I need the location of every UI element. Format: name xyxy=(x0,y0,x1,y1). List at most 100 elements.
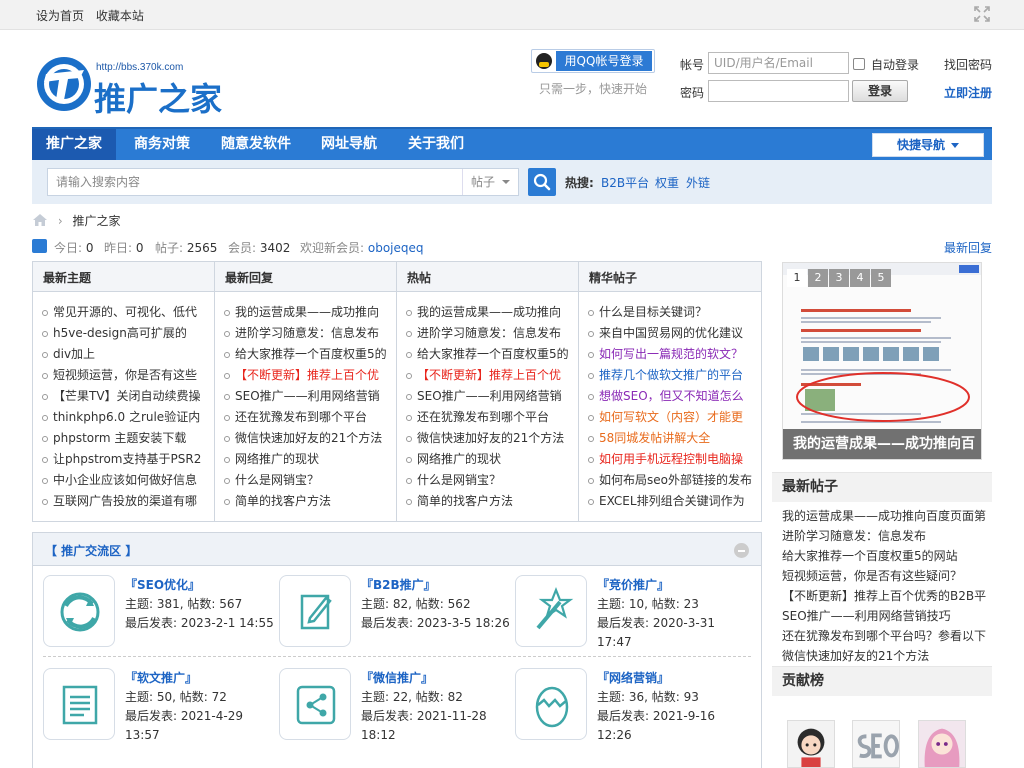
nav-item-business[interactable]: 商务对策 xyxy=(120,129,204,160)
thread-list-item[interactable]: 来自中国贸易网的优化建议 xyxy=(588,323,758,344)
thread-list-item[interactable]: 还在犹豫发布到哪个平台 xyxy=(224,407,394,428)
latest-post-item[interactable]: 还在犹豫发布到哪个平台吗？参看以下 xyxy=(782,626,992,646)
latest-post-item[interactable]: SEO推广——利用网络营销技巧 xyxy=(782,606,992,626)
thread-list-item[interactable]: 进阶学习随意发：信息发布 xyxy=(224,323,394,344)
board-icon-box[interactable] xyxy=(43,668,115,740)
account-input[interactable]: UID/用户名/Email xyxy=(708,52,849,74)
thread-list-item[interactable]: 【不断更新】推荐上百个优 xyxy=(224,365,394,386)
thread-list-item[interactable]: 如何写软文（内容）才能更 xyxy=(588,407,758,428)
find-password-link[interactable]: 找回密码 xyxy=(944,56,992,73)
board-icon-box[interactable] xyxy=(279,575,351,647)
thread-list-item[interactable]: 我的运营成果——成功推向 xyxy=(406,302,576,323)
board-name[interactable]: 『软文推广』 xyxy=(125,669,197,686)
latest-post-item[interactable]: 短视频运营，你是否有这些疑问？ xyxy=(782,566,992,586)
hot-search-link[interactable]: 外链 xyxy=(686,174,710,191)
search-scope-select[interactable]: 帖子 xyxy=(462,169,518,195)
thread-list-item[interactable]: 什么是网销宝？ xyxy=(224,470,394,491)
thread-list-item[interactable]: 进阶学习随意发：信息发布 xyxy=(406,323,576,344)
thread-list-item[interactable]: 58同城发帖讲解大全 xyxy=(588,428,758,449)
auto-login-checkbox[interactable] xyxy=(853,58,865,70)
thread-list-item[interactable]: 互联网广告投放的渠道有哪 xyxy=(42,491,212,512)
hot-search-link[interactable]: B2B平台 xyxy=(601,174,649,191)
site-logo[interactable]: http://bbs.370k.com 推广之家 xyxy=(34,52,230,117)
board-name[interactable]: 『竞价推广』 xyxy=(597,576,669,593)
slider-caption[interactable]: 我的运营成果——成功推向百 xyxy=(783,429,981,459)
slider-page-button[interactable]: 3 xyxy=(829,269,849,287)
thread-column-title[interactable]: 精华帖子 xyxy=(589,269,637,286)
search-input[interactable]: 请输入搜索内容 帖子 xyxy=(47,168,519,196)
thread-list-item[interactable]: 如何写出一篇规范的软文？ xyxy=(588,344,758,365)
thread-list-item[interactable]: 如何布局seo外部链接的发布 xyxy=(588,470,758,491)
qq-login-button[interactable]: 用QQ帐号登录 xyxy=(531,49,655,73)
board-icon-box[interactable] xyxy=(279,668,351,740)
slider-page-button[interactable]: 4 xyxy=(850,269,870,287)
thread-list-item[interactable]: 简单的找客户方法 xyxy=(224,491,394,512)
slider-page-button[interactable]: 5 xyxy=(871,269,891,287)
thread-list-item[interactable]: 给大家推荐一个百度权重5的 xyxy=(406,344,576,365)
thread-list-item[interactable]: 微信快速加好友的21个方法 xyxy=(224,428,394,449)
breadcrumb-current[interactable]: 推广之家 xyxy=(72,214,120,228)
thread-column-title[interactable]: 最新回复 xyxy=(225,269,273,286)
fullscreen-icon[interactable] xyxy=(974,6,990,22)
password-input[interactable] xyxy=(708,80,849,102)
contributor-avatar[interactable] xyxy=(852,720,900,768)
thread-list-item[interactable]: 如何用手机远程控制电脑操 xyxy=(588,449,758,470)
thread-list-item[interactable]: 还在犹豫发布到哪个平台 xyxy=(406,407,576,428)
board-icon-box[interactable] xyxy=(43,575,115,647)
bookmark-link[interactable]: 收藏本站 xyxy=(96,9,144,23)
register-link[interactable]: 立即注册 xyxy=(944,84,992,101)
thread-list-item[interactable]: 【芒果TV】关闭自动续费操 xyxy=(42,386,212,407)
thread-list-item[interactable]: 中小企业应该如何做好信息 xyxy=(42,470,212,491)
latest-post-item[interactable]: 给大家推荐一个百度权重5的网站 xyxy=(782,546,992,566)
slider-page-button[interactable]: 2 xyxy=(808,269,828,287)
thread-column-title[interactable]: 热帖 xyxy=(407,269,431,286)
new-member-link[interactable]: obojeqeq xyxy=(368,241,424,255)
slider-page-button[interactable]: 1 xyxy=(787,269,807,287)
login-button[interactable]: 登录 xyxy=(852,80,908,102)
collapse-icon[interactable] xyxy=(734,543,749,558)
thread-list-item[interactable]: 什么是目标关键词？ xyxy=(588,302,758,323)
thread-list-item[interactable]: 推荐几个做软文推广的平台 xyxy=(588,365,758,386)
thread-list-item[interactable]: 网络推广的现状 xyxy=(406,449,576,470)
thread-list-item[interactable]: 什么是网销宝？ xyxy=(406,470,576,491)
thread-list-item[interactable]: 让phpstrom支持基于PSR2 xyxy=(42,449,212,470)
featured-slider[interactable]: 12345 我的运营成果——成功推向百 xyxy=(782,262,982,460)
thread-list-item[interactable]: 短视频运营，你是否有这些 xyxy=(42,365,212,386)
latest-post-item[interactable]: 进阶学习随意发：信息发布 xyxy=(782,526,992,546)
thread-list-item[interactable]: 我的运营成果——成功推向 xyxy=(224,302,394,323)
quick-nav-button[interactable]: 快捷导航 xyxy=(872,133,984,157)
set-home-link[interactable]: 设为首页 xyxy=(36,9,84,23)
thread-list-item[interactable]: EXCEL排列组合关键词作为 xyxy=(588,491,758,512)
nav-item-software[interactable]: 随意发软件 xyxy=(208,129,304,160)
thread-list-item[interactable]: 想做SEO，但又不知道怎么 xyxy=(588,386,758,407)
thread-list-item[interactable]: 简单的找客户方法 xyxy=(406,491,576,512)
board-icon-box[interactable] xyxy=(515,668,587,740)
latest-post-item[interactable]: 我的运营成果——成功推向百度页面第 xyxy=(782,506,992,526)
contributor-avatar[interactable] xyxy=(787,720,835,768)
thread-list-item[interactable]: 给大家推荐一个百度权重5的 xyxy=(224,344,394,365)
board-name[interactable]: 『SEO优化』 xyxy=(125,576,200,593)
thread-column-title[interactable]: 最新主题 xyxy=(43,269,91,286)
home-icon[interactable] xyxy=(32,213,48,227)
thread-list-item[interactable]: 常见开源的、可视化、低代 xyxy=(42,302,212,323)
nav-item-directory[interactable]: 网址导航 xyxy=(308,129,390,160)
nav-item-about[interactable]: 关于我们 xyxy=(394,129,478,160)
search-button[interactable] xyxy=(528,168,556,196)
board-name[interactable]: 『微信推广』 xyxy=(361,669,433,686)
thread-list-item[interactable]: SEO推广——利用网络营销 xyxy=(224,386,394,407)
thread-list-item[interactable]: SEO推广——利用网络营销 xyxy=(406,386,576,407)
thread-list-item[interactable]: 微信快速加好友的21个方法 xyxy=(406,428,576,449)
thread-list-item[interactable]: 【不断更新】推荐上百个优 xyxy=(406,365,576,386)
thread-list-item[interactable]: h5ve-design高可扩展的 xyxy=(42,323,212,344)
board-name[interactable]: 『B2B推广』 xyxy=(361,576,436,593)
thread-list-item[interactable]: 网络推广的现状 xyxy=(224,449,394,470)
hot-search-link[interactable]: 权重 xyxy=(655,174,679,191)
nav-item-home[interactable]: 推广之家 xyxy=(32,129,116,160)
board-icon-box[interactable] xyxy=(515,575,587,647)
thread-list-item[interactable]: phpstorm 主题安装下载 xyxy=(42,428,212,449)
latest-reply-link[interactable]: 最新回复 xyxy=(944,239,992,256)
contributor-avatar[interactable] xyxy=(918,720,966,768)
auto-login-label[interactable]: 自动登录 xyxy=(871,56,919,73)
board-name[interactable]: 『网络营销』 xyxy=(597,669,669,686)
thread-list-item[interactable]: div加上 xyxy=(42,344,212,365)
